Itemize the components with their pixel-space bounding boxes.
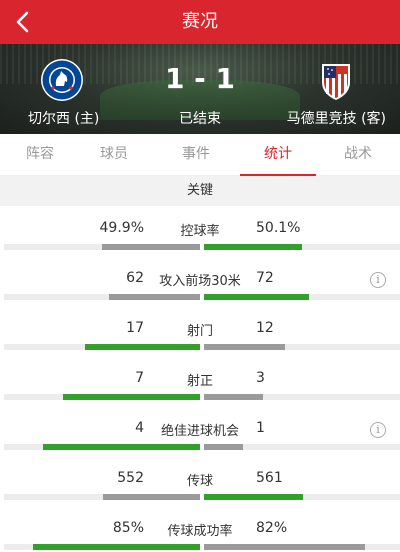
- stat-away-value: 561: [256, 470, 283, 486]
- stat-away-value: 72: [256, 270, 274, 286]
- stat-row: 49.9% 控球率 50.1%: [0, 212, 400, 262]
- stat-away-value: 1: [256, 420, 265, 436]
- stat-home-bar: [109, 294, 200, 300]
- stat-away-bar-track: [204, 344, 400, 350]
- stat-away-bar-track: [204, 294, 400, 300]
- stat-home-bar-track: [4, 544, 200, 550]
- stat-row: 4 绝佳进球机会 1 i: [0, 412, 400, 462]
- stat-away-value: 3: [256, 370, 265, 386]
- stat-away-bar: [204, 344, 285, 350]
- stat-home-bar: [43, 444, 200, 450]
- stat-home-bar: [103, 494, 200, 500]
- stat-home-bar-track: [4, 294, 200, 300]
- stat-row: 85% 传球成功率 82%: [0, 512, 400, 552]
- stat-name: 传球成功率: [167, 524, 233, 539]
- stat-home-bar: [63, 394, 200, 400]
- info-icon[interactable]: i: [370, 272, 386, 288]
- stat-name: 传球: [186, 474, 213, 489]
- stat-row: 17 射门 12: [0, 312, 400, 362]
- stat-home-bar-track: [4, 494, 200, 500]
- stat-name: 射门: [186, 324, 213, 339]
- stat-away-bar-track: [204, 394, 400, 400]
- tab-players[interactable]: 球员: [74, 134, 154, 176]
- stat-row: 552 传球 561: [0, 462, 400, 512]
- tab-events[interactable]: 事件: [156, 134, 236, 176]
- stat-home-bar: [33, 544, 200, 550]
- stat-away-value: 50.1%: [256, 220, 301, 236]
- stat-row: 62 攻入前场30米 72 i: [0, 262, 400, 312]
- stat-away-bar: [204, 444, 243, 450]
- tab-lineup[interactable]: 阵容: [0, 134, 80, 176]
- stat-away-bar-track: [204, 544, 400, 550]
- stat-home-bar: [85, 344, 200, 350]
- tab-stats[interactable]: 统计: [238, 134, 318, 176]
- stat-row: 7 射正 3: [0, 362, 400, 412]
- stat-name: 绝佳进球机会: [160, 424, 239, 439]
- home-team-name: 切尔西 (主): [28, 111, 100, 127]
- stat-name: 控球率: [180, 224, 220, 239]
- stat-away-value: 82%: [256, 520, 288, 536]
- top-bar: 赛况: [0, 0, 400, 44]
- atletico-madrid-crest-icon[interactable]: [314, 58, 358, 102]
- tab-tactics[interactable]: 战术: [318, 134, 398, 176]
- section-header-key: 关键: [0, 176, 400, 206]
- match-score: 1 - 1: [164, 62, 236, 95]
- away-team-name: 马德里竞技 (客): [286, 111, 386, 127]
- tab-bar: 阵容 球员 事件 统计 战术: [0, 134, 400, 176]
- stat-away-bar: [204, 544, 365, 550]
- stat-away-bar: [204, 294, 309, 300]
- stat-home-bar-track: [4, 394, 200, 400]
- stat-home-bar-track: [4, 244, 200, 250]
- stat-away-bar-track: [204, 494, 400, 500]
- stat-name: 射正: [186, 374, 213, 389]
- stat-away-bar: [204, 394, 263, 400]
- stat-name: 攻入前场30米: [159, 274, 241, 289]
- match-status: 已结束: [179, 111, 221, 127]
- stat-away-bar: [204, 244, 302, 250]
- match-header: 1 - 1 切尔西 (主) 已结束 马德里竞技 (客): [0, 44, 400, 134]
- stat-away-value: 12: [256, 320, 274, 336]
- page-title: 赛况: [182, 11, 218, 32]
- chelsea-crest-icon[interactable]: [40, 58, 84, 102]
- stat-home-bar-track: [4, 444, 200, 450]
- stat-away-bar: [204, 494, 303, 500]
- stat-home-bar: [102, 244, 200, 250]
- stat-away-bar-track: [204, 444, 400, 450]
- stat-home-bar-track: [4, 344, 200, 350]
- stat-away-bar-track: [204, 244, 400, 250]
- info-icon[interactable]: i: [370, 422, 386, 438]
